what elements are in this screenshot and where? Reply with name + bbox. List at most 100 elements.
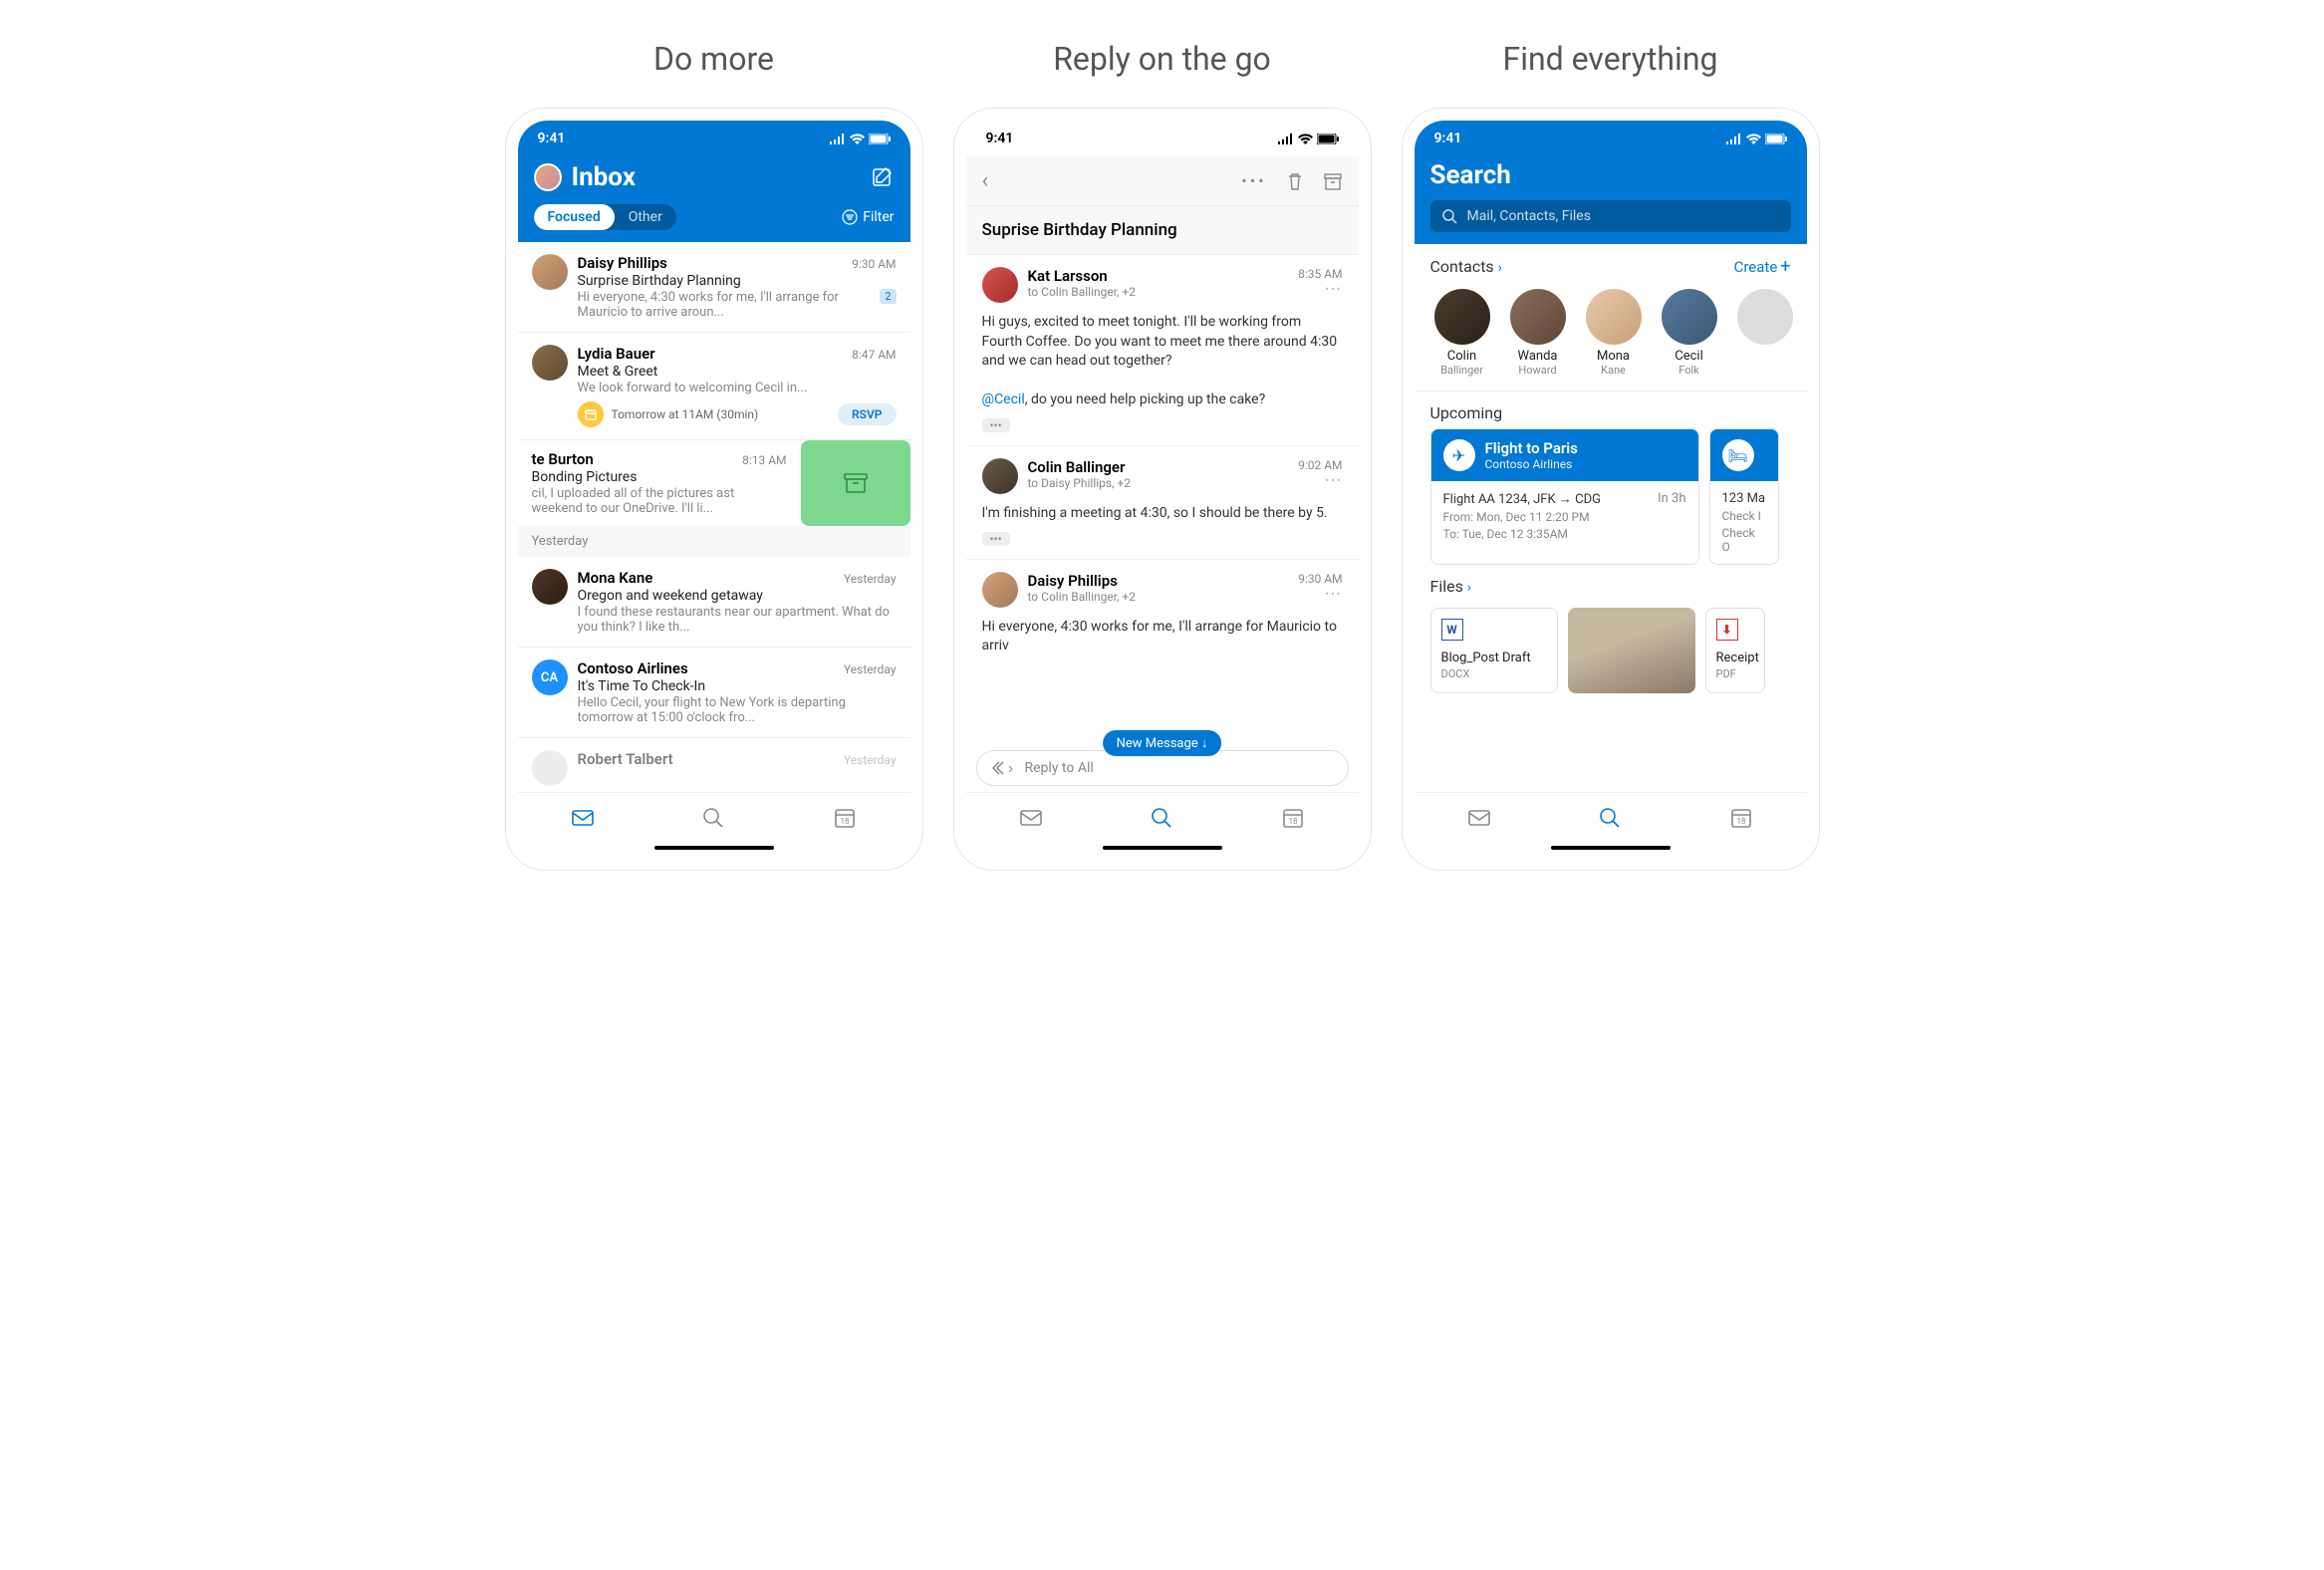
contact-item[interactable]: WandaHoward (1506, 289, 1570, 377)
profile-avatar[interactable] (534, 163, 562, 191)
email-item-swiped[interactable]: te Burton8:13 AM Bonding Pictures cil, I… (518, 440, 910, 526)
hotel-icon: 🛏 (1722, 439, 1754, 471)
filter-icon (842, 209, 858, 225)
sender-avatar (532, 254, 568, 290)
msg-from: Daisy Phillips (1028, 572, 1289, 590)
mail-tab-icon[interactable] (570, 805, 596, 831)
expand-icon[interactable]: ••• (982, 418, 1010, 432)
msg-to: to Colin Ballinger, +2 (1028, 590, 1289, 604)
file-image-thumb[interactable] (1568, 608, 1695, 693)
filter-button[interactable]: Filter (842, 209, 894, 225)
file-item[interactable]: W Blog_Post Draft DOCX (1430, 608, 1558, 693)
mail-tab-icon[interactable] (1466, 805, 1492, 831)
home-indicator[interactable] (1551, 846, 1671, 850)
new-message-pill[interactable]: New Message ↓ (1103, 730, 1222, 756)
card-line: 123 Ma (1722, 491, 1766, 506)
search-tab-icon[interactable] (1597, 805, 1623, 831)
sender-avatar (532, 345, 568, 381)
msg-actions-icon[interactable]: ••• (1298, 588, 1342, 601)
archive-action[interactable] (801, 440, 910, 526)
mail-tab-icon[interactable] (1018, 805, 1044, 831)
wifi-icon (850, 133, 865, 144)
svg-text:18: 18 (840, 817, 849, 826)
svg-text:18: 18 (1288, 817, 1297, 826)
expand-icon[interactable]: ••• (982, 532, 1010, 546)
file-name: Receipt (1716, 651, 1754, 665)
contact-item[interactable] (1733, 289, 1797, 377)
signal-icon (1278, 133, 1294, 144)
msg-to: to Colin Ballinger, +2 (1028, 285, 1289, 299)
email-item[interactable]: CA Contoso AirlinesYesterday It's Time T… (518, 648, 910, 738)
trash-icon[interactable] (1285, 171, 1305, 191)
msg-body: Hi everyone, 4:30 works for me, I'll arr… (982, 618, 1343, 656)
upcoming-heading: Upcoming (1430, 403, 1503, 422)
word-icon: W (1441, 619, 1463, 641)
msg-from: Kat Larsson (1028, 267, 1289, 285)
inbox-title: Inbox (572, 162, 636, 192)
back-button[interactable]: ‹ (982, 168, 989, 193)
signal-icon (830, 133, 846, 144)
msg-actions-icon[interactable]: ••• (1298, 283, 1342, 296)
event-time: Tomorrow at 11AM (30min) (612, 407, 831, 421)
more-icon[interactable]: ••• (1241, 171, 1266, 191)
sender-avatar: CA (532, 659, 568, 695)
rsvp-button[interactable]: RSVP (838, 403, 896, 425)
archive-icon[interactable] (1323, 171, 1343, 191)
search-input[interactable]: Mail, Contacts, Files (1430, 200, 1791, 232)
email-preview: Hello Cecil, your flight to New York is … (578, 695, 897, 725)
flight-eta: In 3h (1658, 491, 1685, 507)
file-item[interactable]: ⬇ Receipt PDF (1705, 608, 1765, 693)
home-indicator[interactable] (654, 846, 774, 850)
search-tab-icon[interactable] (700, 805, 726, 831)
email-item[interactable]: Daisy Phillips9:30 AM Surprise Birthday … (518, 242, 910, 333)
search-tab-icon[interactable] (1149, 805, 1174, 831)
phone-frame-2: 9:41 ‹ ••• Suprise Birthday Planning (953, 108, 1372, 871)
msg-time: 8:35 AM (1298, 267, 1342, 281)
battery-icon (1317, 133, 1339, 144)
message-item[interactable]: Daisy Phillips to Colin Ballinger, +2 9:… (966, 560, 1359, 668)
create-button[interactable]: Create + (1734, 256, 1791, 277)
email-item[interactable]: Robert TalbertYesterday (518, 738, 910, 792)
contact-item[interactable]: MonaKane (1582, 289, 1646, 377)
tab-other[interactable]: Other (615, 204, 676, 230)
email-subject: Surprise Birthday Planning (578, 273, 897, 289)
msg-body: Hi guys, excited to meet tonight. I'll b… (982, 313, 1343, 410)
calendar-tab-icon[interactable]: 18 (1728, 805, 1754, 831)
message-item[interactable]: Colin Ballinger to Daisy Phillips, +2 9:… (966, 446, 1359, 560)
thread-subject: Suprise Birthday Planning (966, 206, 1359, 255)
flight-route: Flight AA 1234, JFK → CDG (1443, 491, 1601, 507)
email-sender: Mona Kane (578, 569, 653, 587)
calendar-tab-icon[interactable]: 18 (1280, 805, 1306, 831)
search-icon (1442, 209, 1457, 224)
home-indicator[interactable] (1103, 846, 1222, 850)
phone-frame-1: 9:41 Inbox Focused (505, 108, 923, 871)
compose-icon[interactable] (873, 166, 895, 188)
email-subject: Meet & Greet (578, 364, 897, 380)
message-item[interactable]: Kat Larsson to Colin Ballinger, +2 8:35 … (966, 255, 1359, 446)
contact-item[interactable]: CecilFolk (1658, 289, 1721, 377)
calendar-tab-icon[interactable]: 18 (832, 805, 858, 831)
airplane-icon: ✈ (1443, 439, 1475, 471)
section-yesterday: Yesterday (518, 526, 910, 557)
mention[interactable]: @Cecil (982, 392, 1025, 407)
files-heading[interactable]: Files › (1430, 577, 1472, 596)
flight-card[interactable]: ✈ Flight to ParisContoso Airlines Flight… (1430, 428, 1699, 565)
email-time: 8:13 AM (742, 453, 786, 467)
email-sender: Contoso Airlines (578, 659, 688, 677)
status-time: 9:41 (538, 131, 566, 146)
email-item[interactable]: Lydia Bauer8:47 AM Meet & Greet We look … (518, 333, 910, 440)
hotel-card[interactable]: 🛏 123 Ma Check I Check O (1709, 428, 1779, 565)
card-title: Flight to Paris (1485, 439, 1578, 457)
tab-focused[interactable]: Focused (534, 204, 615, 230)
email-time: Yesterday (844, 662, 897, 676)
search-placeholder: Mail, Contacts, Files (1467, 208, 1591, 224)
contact-item[interactable]: ColinBallinger (1430, 289, 1494, 377)
contact-first: Colin (1430, 349, 1494, 364)
msg-actions-icon[interactable]: ••• (1298, 474, 1342, 487)
contacts-heading[interactable]: Contacts › (1430, 257, 1502, 276)
focus-tabs: Focused Other (534, 204, 676, 230)
status-bar: 9:41 (966, 121, 1359, 156)
file-type: PDF (1716, 667, 1754, 680)
email-item[interactable]: Mona KaneYesterday Oregon and weekend ge… (518, 557, 910, 648)
phone-frame-3: 9:41 Search Mail, Contacts, Files Contac… (1402, 108, 1820, 871)
